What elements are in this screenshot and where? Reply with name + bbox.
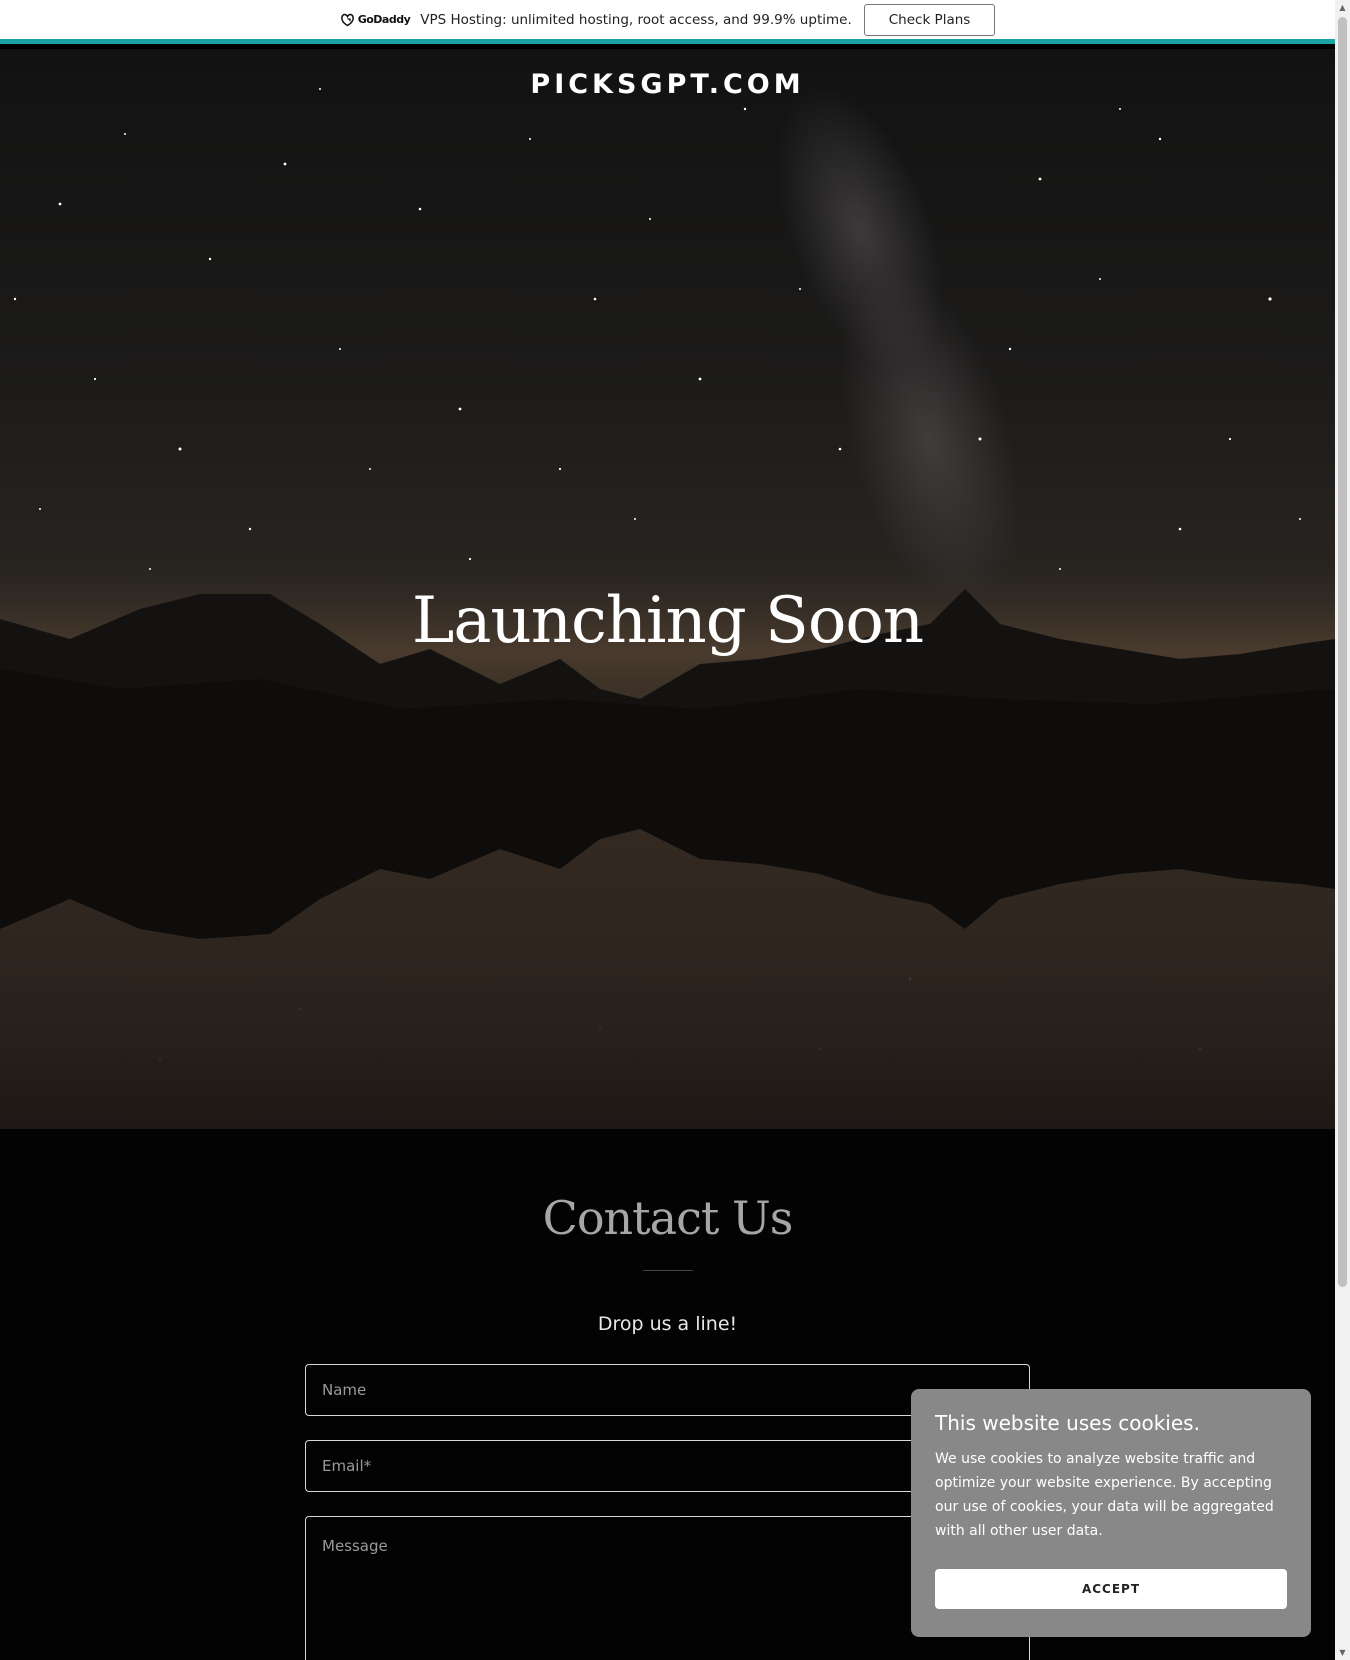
check-plans-button[interactable]: Check Plans bbox=[863, 3, 996, 36]
cookie-title: This website uses cookies. bbox=[935, 1411, 1200, 1435]
page: GoDaddy VPS Hosting: unlimited hosting, … bbox=[0, 0, 1350, 1660]
hero-section: PICKSGPT.COM Launching Soon bbox=[0, 49, 1335, 1129]
site-title[interactable]: PICKSGPT.COM bbox=[0, 69, 1335, 100]
chevron-up-icon[interactable]: ▲ bbox=[1335, 0, 1350, 15]
godaddy-logo[interactable]: GoDaddy bbox=[340, 13, 411, 27]
promo-bar: GoDaddy VPS Hosting: unlimited hosting, … bbox=[0, 0, 1335, 44]
promo-inner: GoDaddy VPS Hosting: unlimited hosting, … bbox=[340, 3, 996, 36]
scrollbar-thumb[interactable] bbox=[1338, 17, 1347, 1287]
godaddy-logo-text: GoDaddy bbox=[357, 13, 411, 26]
cookie-banner: This website uses cookies. We use cookie… bbox=[911, 1389, 1311, 1637]
launching-soon-heading: Launching Soon bbox=[411, 584, 924, 658]
promo-text: VPS Hosting: unlimited hosting, root acc… bbox=[420, 11, 852, 28]
cookie-body: We use cookies to analyze website traffi… bbox=[935, 1451, 1274, 1539]
accept-cookies-button[interactable]: ACCEPT bbox=[935, 1569, 1287, 1609]
contact-divider bbox=[643, 1270, 693, 1271]
scrollbar[interactable]: ▲ ▼ bbox=[1335, 0, 1350, 1660]
godaddy-logo-icon bbox=[340, 13, 354, 26]
contact-subtitle: Drop us a line! bbox=[597, 1313, 738, 1335]
contact-title: Contact Us bbox=[542, 1191, 794, 1245]
chevron-down-icon[interactable]: ▼ bbox=[1335, 1645, 1350, 1660]
